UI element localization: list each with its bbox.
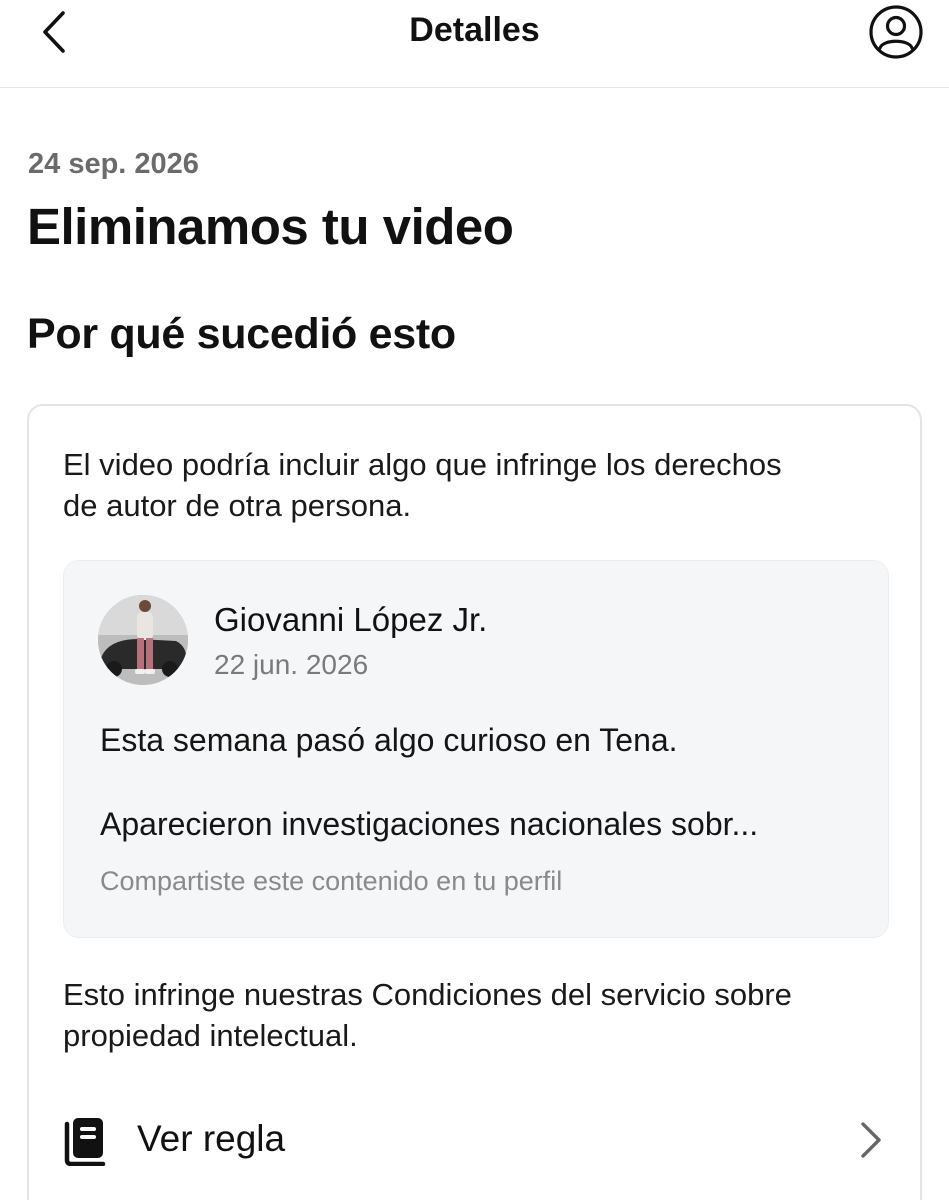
post-shared-note: Compartiste este contenido en tu perfil [100,866,563,896]
top-bar: Detalles [0,0,949,88]
notice-title: Eliminamos tu video [27,198,514,255]
post-text-line-1: Esta semana pasó algo curioso en Tena. [100,722,678,758]
chevron-right-icon [861,1122,881,1158]
post-preview[interactable]: Giovanni López Jr. 22 jun. 2026 Esta sem… [63,560,889,938]
post-author: Giovanni López Jr. [214,601,488,638]
view-rule-button[interactable]: Ver regla [29,1102,920,1186]
avatar [98,595,188,685]
post-text-line-2: Aparecieron investigaciones nacionales s… [100,806,759,842]
view-rule-label: Ver regla [137,1118,286,1159]
reason-card: El video podría incluir algo que infring… [27,404,922,1200]
post-date: 22 jun. 2026 [214,649,369,680]
book-icon [64,1118,106,1166]
section-title: Por qué sucedió esto [27,310,456,358]
reason-description: El video podría incluir algo que infring… [63,447,782,523]
user-circle-icon [869,5,923,59]
page-title: Detalles [409,11,540,49]
notice-date: 24 sep. 2026 [28,148,199,180]
profile-button[interactable] [866,2,926,62]
policy-text: Esto infringe nuestras Condiciones del s… [63,977,792,1053]
